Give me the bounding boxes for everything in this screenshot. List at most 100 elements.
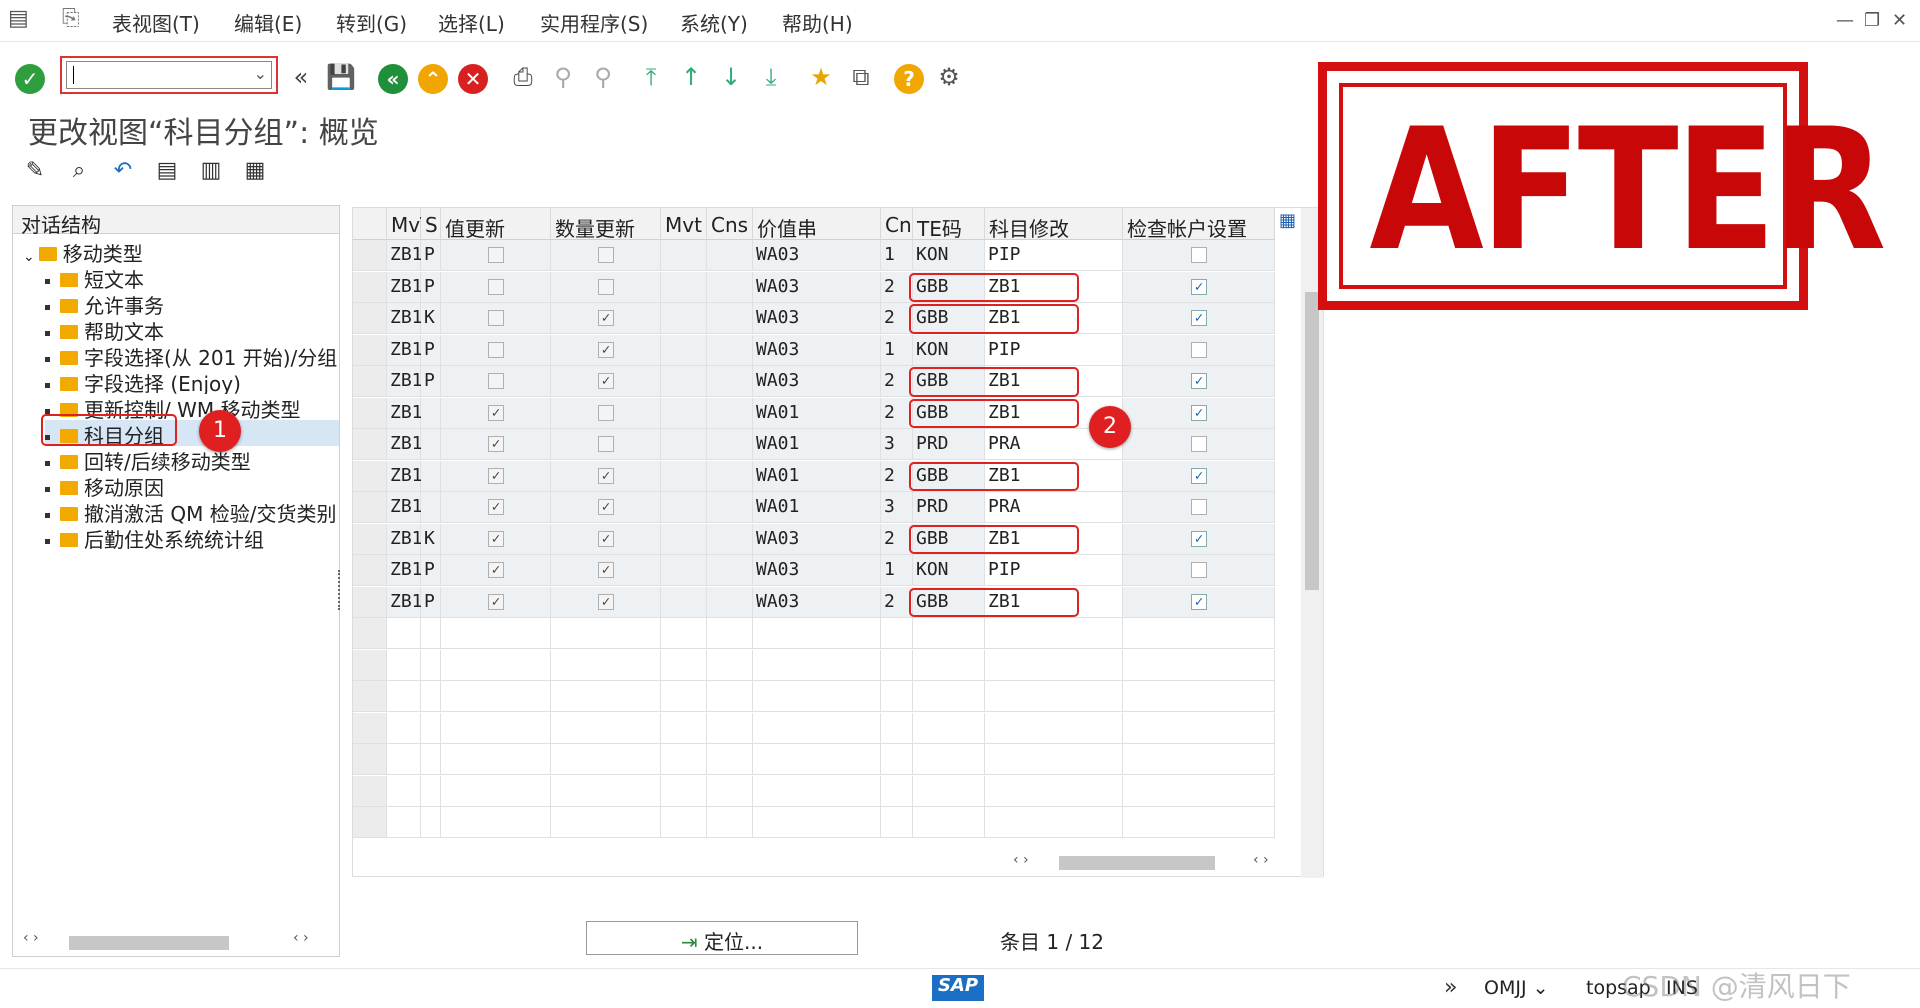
checkbox[interactable] bbox=[1191, 436, 1207, 452]
checkbox[interactable] bbox=[1191, 562, 1207, 578]
checkbox[interactable]: ✓ bbox=[488, 436, 504, 452]
table-cell[interactable]: ✓ bbox=[1123, 460, 1275, 492]
table-cell[interactable] bbox=[551, 649, 661, 681]
transaction-code[interactable]: OMJJ ⌄ bbox=[1484, 977, 1549, 999]
chevron-down-icon[interactable]: ⌄ bbox=[23, 249, 35, 264]
row-selector[interactable] bbox=[353, 775, 387, 807]
row-selector[interactable] bbox=[353, 397, 387, 429]
table-cell[interactable]: ✓ bbox=[551, 492, 661, 523]
table-scroll-right[interactable]: ‹ › bbox=[1253, 852, 1269, 868]
row-selector[interactable] bbox=[353, 303, 387, 334]
checkbox[interactable]: ✓ bbox=[598, 373, 614, 389]
checkbox[interactable] bbox=[488, 247, 504, 263]
table-cell[interactable] bbox=[551, 618, 661, 649]
row-selector[interactable] bbox=[353, 586, 387, 618]
table-cell[interactable]: PIP bbox=[985, 555, 1123, 586]
table-cell[interactable]: ✓ bbox=[441, 586, 551, 618]
table-cell[interactable]: ✓ bbox=[551, 366, 661, 397]
checkbox[interactable]: ✓ bbox=[598, 467, 614, 484]
tree-node-item[interactable]: 字段选择(从 201 开始)/分组 bbox=[45, 342, 337, 368]
table-cell[interactable]: ✓ bbox=[551, 555, 661, 586]
table-cell[interactable]: ✓ bbox=[441, 460, 551, 492]
checkbox[interactable]: ✓ bbox=[1191, 310, 1207, 326]
table-hscrollbar-thumb[interactable] bbox=[1059, 856, 1215, 870]
menu-utilities[interactable]: 实用程序(S) bbox=[540, 8, 648, 37]
display-icon[interactable]: ⌕ bbox=[64, 156, 94, 186]
find-icon[interactable]: ⚲ bbox=[548, 62, 578, 92]
checkbox[interactable]: ✓ bbox=[1191, 530, 1207, 547]
table-scroll-left[interactable]: ‹ › bbox=[1013, 852, 1029, 868]
table-cell[interactable] bbox=[985, 712, 1123, 744]
table-cell[interactable] bbox=[1123, 555, 1275, 586]
table-cell[interactable] bbox=[1123, 681, 1275, 712]
table-cell[interactable] bbox=[441, 681, 551, 712]
table-cell[interactable]: ✓ bbox=[441, 429, 551, 460]
table-cell[interactable] bbox=[1123, 240, 1275, 271]
table-cell[interactable] bbox=[441, 712, 551, 744]
table-cell[interactable]: ✓ bbox=[441, 555, 551, 586]
table-cell[interactable] bbox=[985, 618, 1123, 649]
table-cell[interactable] bbox=[1123, 334, 1275, 366]
next-page-icon[interactable]: ↓ bbox=[716, 62, 746, 92]
table-settings-icon[interactable]: ▦ bbox=[1279, 210, 1296, 231]
sap-menu-icon[interactable]: ⎘ bbox=[62, 6, 80, 31]
table-cell[interactable] bbox=[441, 807, 551, 838]
tree-node-root[interactable]: ⌄ 移动类型 bbox=[23, 238, 143, 264]
restore-icon[interactable]: ❐ bbox=[1864, 10, 1880, 31]
table-cell[interactable] bbox=[441, 618, 551, 649]
table-cell[interactable]: ✓ bbox=[551, 586, 661, 618]
checkbox[interactable]: ✓ bbox=[488, 530, 504, 547]
chevron-down-icon[interactable]: ⌄ bbox=[254, 64, 267, 83]
tree-node-item[interactable]: 后勤住处系统统计组 bbox=[45, 524, 337, 550]
menu-edit[interactable]: 编辑(E) bbox=[234, 8, 302, 37]
table-cell[interactable]: ✓ bbox=[1123, 397, 1275, 429]
row-selector[interactable] bbox=[353, 523, 387, 555]
minimize-icon[interactable]: — bbox=[1836, 10, 1854, 31]
column-header[interactable]: 值更新 bbox=[441, 208, 551, 241]
table-cell[interactable] bbox=[1123, 775, 1275, 807]
checkbox[interactable] bbox=[598, 278, 614, 295]
checkbox[interactable] bbox=[598, 247, 614, 263]
row-selector[interactable] bbox=[353, 271, 387, 303]
double-chevron-left-icon[interactable]: « bbox=[286, 62, 316, 92]
row-selector[interactable] bbox=[353, 681, 387, 712]
menu-goto[interactable]: 转到(G) bbox=[336, 8, 407, 37]
save-icon[interactable]: 💾 bbox=[326, 62, 356, 92]
menu-table-view[interactable]: 表视图(T) bbox=[112, 8, 200, 37]
table-cell[interactable] bbox=[985, 744, 1123, 775]
table-cell[interactable]: ✓ bbox=[441, 523, 551, 555]
row-selector[interactable] bbox=[353, 744, 387, 775]
menu-selection[interactable]: 选择(L) bbox=[438, 8, 505, 37]
table-cell[interactable] bbox=[551, 397, 661, 429]
splitter-handle[interactable] bbox=[338, 570, 342, 610]
position-button[interactable]: ⇥ 定位... bbox=[586, 921, 858, 955]
checkbox[interactable]: ✓ bbox=[598, 593, 614, 610]
table-cell[interactable] bbox=[551, 775, 661, 807]
checkbox[interactable]: ✓ bbox=[598, 341, 614, 358]
row-selector[interactable] bbox=[353, 429, 387, 460]
settings-gear-icon[interactable]: ⚙ bbox=[934, 62, 964, 92]
table-cell[interactable]: PIP bbox=[985, 334, 1123, 366]
tree-node-item[interactable]: 允许事务 bbox=[45, 290, 337, 316]
row-selector[interactable] bbox=[353, 618, 387, 649]
enter-check-icon[interactable]: ✓ bbox=[15, 64, 45, 94]
table-cell[interactable]: ✓ bbox=[551, 303, 661, 334]
display-change-icon[interactable]: ✎ bbox=[20, 156, 50, 186]
table-cell[interactable]: ✓ bbox=[551, 334, 661, 366]
column-header[interactable]: MvT bbox=[387, 208, 432, 240]
checkbox[interactable]: ✓ bbox=[1191, 373, 1207, 389]
column-header[interactable]: S bbox=[421, 208, 441, 240]
tree-node-item[interactable]: 移动原因 bbox=[45, 472, 337, 498]
table-cell[interactable]: ✓ bbox=[1123, 586, 1275, 618]
checkbox[interactable] bbox=[488, 278, 504, 295]
row-selector[interactable] bbox=[353, 492, 387, 523]
table-cell[interactable] bbox=[551, 240, 661, 271]
table-cell[interactable]: ✓ bbox=[441, 492, 551, 523]
help-icon[interactable]: ? bbox=[894, 64, 924, 94]
column-header[interactable]: 价值串 bbox=[753, 208, 881, 241]
menu-help[interactable]: 帮助(H) bbox=[782, 8, 853, 37]
table-cell[interactable]: ✓ bbox=[1123, 303, 1275, 334]
table-cell[interactable]: ✓ bbox=[1123, 366, 1275, 397]
tree-node-item[interactable]: 回转/后续移动类型 bbox=[45, 446, 337, 472]
window-menu-icon[interactable]: ▤ bbox=[8, 6, 29, 31]
